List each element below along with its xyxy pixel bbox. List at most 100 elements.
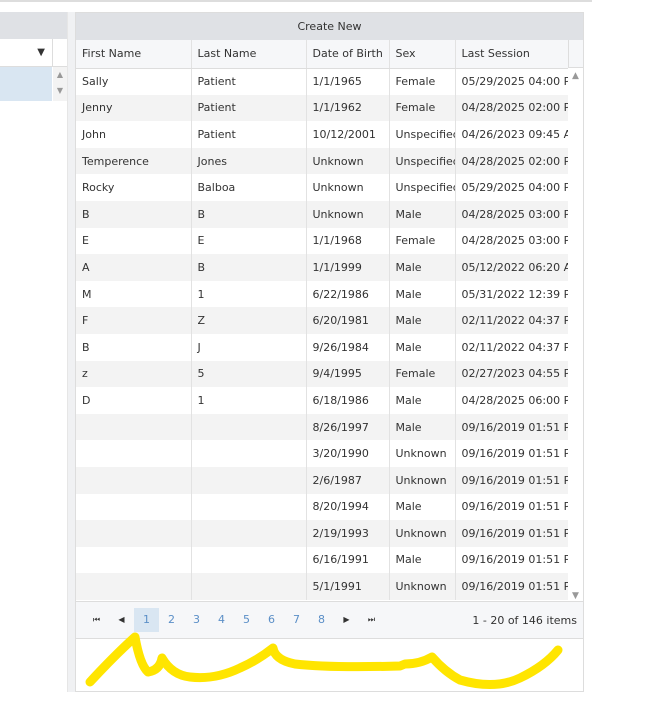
page-button[interactable]: 4 — [209, 608, 234, 632]
table-row[interactable]: F Z 6/20/1981 Male 02/11/2022 04:37 PM — [76, 307, 570, 334]
selected-row[interactable] — [0, 67, 52, 101]
table-cell — [191, 546, 307, 574]
table-row[interactable]: B J 9/26/1984 Male 02/11/2022 04:37 PM — [76, 333, 570, 361]
table-cell: Male — [389, 333, 456, 361]
table-cell: 02/27/2023 04:55 PM — [455, 360, 570, 388]
table-cell: Male — [389, 280, 456, 308]
table-row[interactable]: Jenny Patient 1/1/1962 Female 04/28/2025 02:… — [76, 94, 570, 122]
table-cell: Balboa — [191, 174, 307, 201]
table-row[interactable]: 3/20/1990 Unknown 09/16/2019 01:51 PM — [76, 440, 570, 467]
table-cell: Male — [389, 307, 456, 334]
table-cell: A — [76, 254, 192, 281]
table-cell: Female — [389, 68, 456, 95]
table-cell: Male — [389, 493, 456, 521]
table-cell: 04/28/2025 02:00 PM — [455, 94, 570, 122]
table-cell: B — [191, 200, 307, 228]
header-row: First Name Last Name Date of Birth Sex Last … — [76, 40, 570, 69]
pane-splitter[interactable] — [68, 12, 75, 692]
table-cell: 2/6/1987 — [306, 466, 390, 494]
table-cell: 9/4/1995 — [306, 360, 390, 388]
page-button[interactable]: 3 — [184, 608, 209, 632]
table-cell — [76, 440, 192, 467]
table-row[interactable]: 2/6/1987 Unknown 09/16/2019 01:51 PM — [76, 466, 570, 494]
table-cell: 09/16/2019 01:51 PM — [455, 413, 570, 441]
table-row[interactable]: 8/20/1994 Male 09/16/2019 01:51 PM — [76, 493, 570, 521]
table-row[interactable]: z 5 9/4/1995 Female 02/27/2023 04:55 PM — [76, 360, 570, 388]
scroll-down-icon[interactable]: ▼ — [568, 591, 583, 601]
table-cell: 09/16/2019 01:51 PM — [455, 573, 570, 600]
table-row[interactable]: D 1 6/18/1986 Male 04/28/2025 06:00 PM — [76, 387, 570, 414]
table-row[interactable]: A B 1/1/1999 Male 05/12/2022 06:20 AM — [76, 254, 570, 281]
scroll-up-icon[interactable]: ▲ — [568, 71, 583, 81]
table-cell: 04/28/2025 03:00 PM — [455, 200, 570, 228]
last-page-icon[interactable]: ⏭ — [359, 608, 384, 632]
table-cell: 05/31/2022 12:39 PM — [455, 280, 570, 308]
header-scroll-spacer — [568, 40, 583, 68]
table-row[interactable]: 2/19/1993 Unknown 09/16/2019 01:51 PM — [76, 520, 570, 547]
table-cell — [76, 520, 192, 547]
page-button[interactable]: 6 — [259, 608, 284, 632]
prev-page-icon[interactable]: ◀ — [109, 608, 134, 632]
table-cell — [76, 573, 192, 600]
table-row[interactable]: M 1 6/22/1986 Male 05/31/2022 12:39 PM — [76, 280, 570, 308]
table-cell: 10/12/2001 — [306, 121, 390, 148]
table-cell: 04/26/2023 09:45 AM — [455, 121, 570, 148]
table-cell: 05/29/2025 04:00 PM — [455, 68, 570, 95]
column-header[interactable]: Last Session — [455, 40, 570, 69]
column-header[interactable]: Sex — [389, 40, 456, 69]
table-row[interactable]: Rocky Balboa Unknown Unspecified 05/29/2025 … — [76, 174, 570, 201]
table-cell — [191, 573, 307, 600]
table-cell: B — [76, 333, 192, 361]
page-button[interactable]: 7 — [284, 608, 309, 632]
left-pane-scrollbar[interactable]: ▲ ▼ — [53, 67, 67, 101]
scroll-down-icon[interactable]: ▼ — [53, 83, 67, 99]
table-cell: B — [191, 254, 307, 281]
table-cell: 6/18/1986 — [306, 387, 390, 414]
table-row[interactable]: B B Unknown Male 04/28/2025 03:00 PM — [76, 200, 570, 228]
create-new-button[interactable]: Create New — [297, 13, 361, 40]
table-row[interactable]: Temperence Jones Unknown Unspecified 04/28/2… — [76, 147, 570, 175]
table-cell: 09/16/2019 01:51 PM — [455, 520, 570, 547]
table-cell: z — [76, 360, 192, 388]
column-header[interactable]: First Name — [76, 40, 192, 69]
table-cell: 1/1/1962 — [306, 94, 390, 122]
table-cell: Female — [389, 227, 456, 255]
first-page-icon[interactable]: ⏮ — [84, 608, 109, 632]
table-row[interactable]: 6/16/1991 Male 09/16/2019 01:51 PM — [76, 546, 570, 574]
table-cell: Male — [389, 546, 456, 574]
table-cell — [191, 493, 307, 521]
page-button[interactable]: 8 — [309, 608, 334, 632]
table-row[interactable]: E E 1/1/1968 Female 04/28/2025 03:00 PM — [76, 227, 570, 255]
page-button[interactable]: 5 — [234, 608, 259, 632]
column-header[interactable]: Date of Birth — [306, 40, 390, 69]
table-row[interactable]: Sally Patient 1/1/1965 Female 05/29/2025 04:… — [76, 68, 570, 95]
table-cell — [191, 413, 307, 441]
vertical-scrollbar[interactable]: ▲ ▼ — [568, 68, 583, 601]
table-cell: Unknown — [389, 520, 456, 547]
table-cell: 1/1/1999 — [306, 254, 390, 281]
page-button[interactable]: 2 — [159, 608, 184, 632]
table-cell: Male — [389, 254, 456, 281]
page-button[interactable]: 1 — [134, 608, 159, 632]
table-row[interactable]: 5/1/1991 Unknown 09/16/2019 01:51 PM — [76, 573, 570, 600]
table-row[interactable]: 8/26/1997 Male 09/16/2019 01:51 PM — [76, 413, 570, 441]
table-cell: Unknown — [306, 147, 390, 175]
table-row[interactable]: John Patient 10/12/2001 Unspecified 04/26/20… — [76, 121, 570, 148]
patient-table: First Name Last Name Date of Birth Sex Last … — [76, 40, 570, 600]
table-cell: M — [76, 280, 192, 308]
table-cell: 5 — [191, 360, 307, 388]
filter-icon[interactable]: ▼ — [37, 47, 45, 58]
table-cell: 3/20/1990 — [306, 440, 390, 467]
table-cell: Unknown — [389, 466, 456, 494]
table-cell: Unspecified — [389, 147, 456, 175]
table-cell: 04/28/2025 06:00 PM — [455, 387, 570, 414]
column-header[interactable]: Last Name — [191, 40, 307, 69]
table-cell: 8/20/1994 — [306, 493, 390, 521]
next-page-icon[interactable]: ▶ — [334, 608, 359, 632]
table-cell: Unknown — [389, 440, 456, 467]
table-cell: Male — [389, 200, 456, 228]
table-cell: 8/26/1997 — [306, 413, 390, 441]
table-cell — [191, 520, 307, 547]
scroll-up-icon[interactable]: ▲ — [53, 67, 67, 83]
table-cell: Unspecified — [389, 121, 456, 148]
